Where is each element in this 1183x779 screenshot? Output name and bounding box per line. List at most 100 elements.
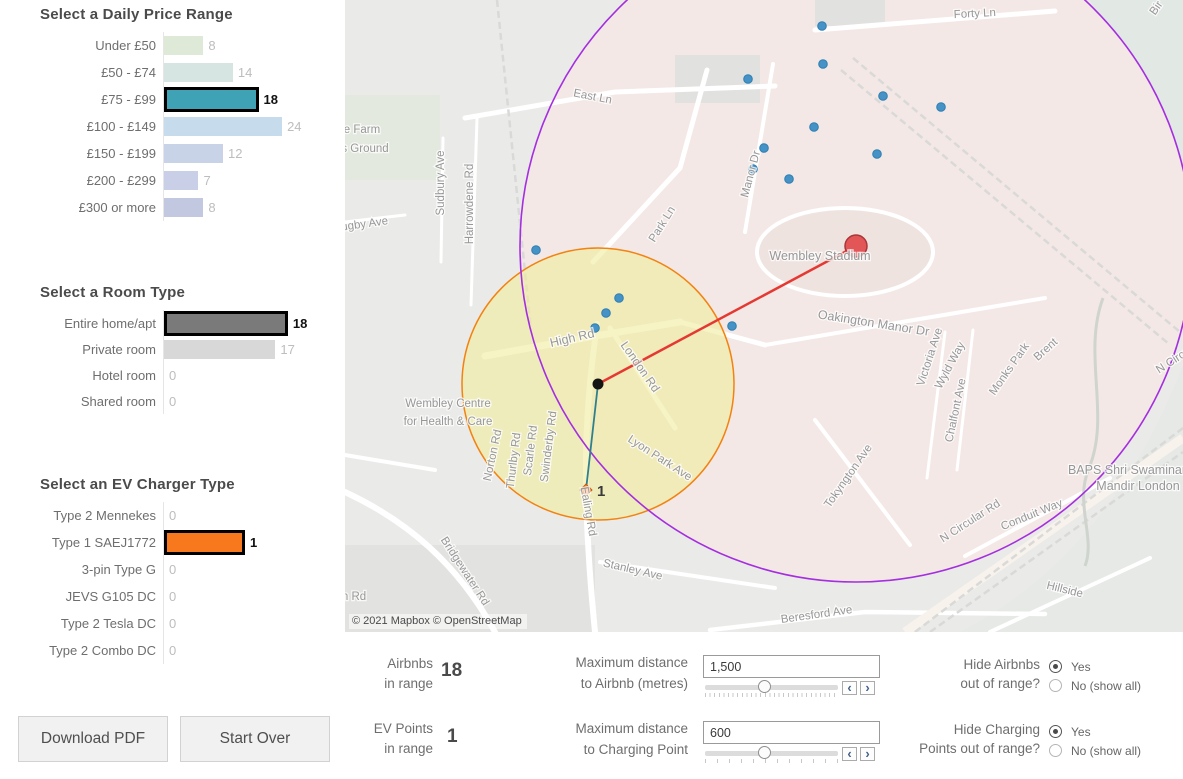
airbnb-dot[interactable]	[744, 75, 753, 84]
airbnb-dot[interactable]	[819, 60, 828, 69]
filter-bar-area: 0	[163, 556, 336, 583]
price-filter-rows: Under £508£50 - £7414£75 - £9918£100 - £…	[0, 32, 336, 221]
map-park	[345, 95, 440, 180]
filter-row-label: Entire home/apt	[0, 316, 163, 331]
slider-thumb[interactable]	[758, 746, 771, 759]
filter-bar-value: 0	[169, 616, 176, 631]
price-filter-title: Select a Daily Price Range	[40, 6, 336, 23]
airbnb-dot[interactable]	[615, 294, 624, 303]
filter-row-label: £100 - £149	[0, 119, 163, 134]
room-type-filter: Select a Room Type Entire home/apt18Priv…	[0, 284, 336, 414]
filter-bar[interactable]	[164, 311, 288, 336]
filter-bar[interactable]	[164, 87, 259, 112]
room-filter-title: Select a Room Type	[40, 284, 336, 301]
ev-charger-filter: Select an EV Charger Type Type 2 Menneke…	[0, 476, 336, 664]
filter-bar-area: 0	[163, 362, 336, 388]
filter-row-label: Hotel room	[0, 368, 163, 383]
filter-row: £50 - £7414	[0, 59, 336, 86]
filter-row: Shared room0	[0, 388, 336, 414]
filter-bar[interactable]	[164, 117, 282, 136]
slider-ticks	[705, 693, 838, 697]
map-road-label: BAPS Shri Swaminar	[1068, 463, 1183, 477]
filter-bar[interactable]	[164, 198, 203, 217]
radio-option[interactable]: Yes	[1049, 722, 1141, 741]
radio-button-icon[interactable]	[1049, 660, 1062, 673]
filter-row-label: Type 1 SAEJ1772	[0, 535, 163, 550]
radio-option-label: No (show all)	[1071, 744, 1141, 758]
map-road-label: e Farm	[345, 124, 380, 136]
filter-row-label: Under £50	[0, 38, 163, 53]
selected-point-marker[interactable]	[593, 379, 604, 390]
filter-bar[interactable]	[164, 171, 198, 190]
filter-bar-value: 7	[203, 173, 210, 188]
max-distance-airbnb-input[interactable]	[703, 655, 880, 678]
slider-track[interactable]	[705, 751, 838, 756]
radio-option[interactable]: No (show all)	[1049, 676, 1141, 695]
filter-bar-area: 18	[163, 310, 336, 336]
filter-bar[interactable]	[164, 530, 245, 555]
filter-row: £150 - £19912	[0, 140, 336, 167]
max-distance-charging-slider[interactable]	[705, 748, 838, 766]
filter-bar-area: 8	[163, 32, 336, 59]
radio-option[interactable]: Yes	[1049, 657, 1141, 676]
slider-thumb[interactable]	[758, 680, 771, 693]
airbnb-slider-increment-button[interactable]: ›	[860, 681, 875, 695]
max-distance-airbnb-label: Maximum distance to Airbnb (metres)	[540, 652, 688, 694]
filter-row: JEVS G105 DC 0	[0, 583, 336, 610]
filter-bar-area: 12	[163, 140, 336, 167]
slider-track[interactable]	[705, 685, 838, 690]
ev-points-in-range-value: 1	[447, 726, 458, 748]
filter-row: Type 2 Mennekes0	[0, 502, 336, 529]
map-attribution[interactable]: © 2021 Mapbox © OpenStreetMap	[349, 614, 527, 629]
map[interactable]: 1Forty LnEast Lne Farms GroundRugby AveS…	[345, 0, 1183, 632]
filter-row: £300 or more8	[0, 194, 336, 221]
airbnb-dot[interactable]	[760, 144, 769, 153]
airbnb-dot[interactable]	[532, 246, 541, 255]
map-building	[815, 0, 885, 26]
charging-slider-increment-button[interactable]: ›	[860, 747, 875, 761]
charging-point-count-label: 1	[597, 483, 605, 500]
airbnb-dot[interactable]	[873, 150, 882, 159]
map-road-label: Forty Ln	[953, 7, 996, 21]
filter-row-label: JEVS G105 DC	[0, 589, 163, 604]
filter-bar[interactable]	[164, 144, 223, 163]
filter-bar-value: 0	[169, 508, 176, 523]
filter-bar[interactable]	[164, 63, 233, 82]
filter-bar-area: 24	[163, 113, 336, 140]
airbnb-dot[interactable]	[810, 123, 819, 132]
room-filter-rows: Entire home/apt18Private room17Hotel roo…	[0, 310, 336, 414]
hide-charging-label: Hide Charging Points out of range?	[900, 720, 1040, 758]
radio-button-icon[interactable]	[1049, 744, 1062, 757]
max-distance-charging-label: Maximum distance to Charging Point	[540, 718, 688, 760]
radio-button-icon[interactable]	[1049, 725, 1062, 738]
filter-bar-value: 1	[250, 535, 257, 550]
radio-option[interactable]: No (show all)	[1049, 741, 1141, 760]
radio-button-icon[interactable]	[1049, 679, 1062, 692]
price-range-filter: Select a Daily Price Range Under £50 8 £50…	[0, 6, 336, 221]
filter-bar-area: 0	[163, 610, 336, 637]
filter-bar-value: 0	[169, 562, 176, 577]
filter-bar[interactable]	[164, 36, 203, 55]
filter-row-label: Type 2 Combo DC	[0, 643, 163, 658]
filter-row: Under £50 8	[0, 32, 336, 59]
airbnb-slider-decrement-button[interactable]: ‹	[842, 681, 857, 695]
filter-row: £200 - £2997	[0, 167, 336, 194]
airbnb-dot[interactable]	[785, 175, 794, 184]
start-over-button[interactable]: Start Over	[180, 716, 330, 762]
filter-bar[interactable]	[164, 340, 275, 359]
max-distance-charging-input[interactable]	[703, 721, 880, 744]
airbnb-dot[interactable]	[728, 322, 737, 331]
max-distance-airbnb-slider[interactable]	[705, 682, 838, 700]
filter-bar-value: 0	[169, 589, 176, 604]
airbnb-dot[interactable]	[879, 92, 888, 101]
airbnb-dot[interactable]	[937, 103, 946, 112]
download-pdf-button[interactable]: Download PDF	[18, 716, 168, 762]
filter-row-label: £150 - £199	[0, 146, 163, 161]
map-road-label: Sudbury Ave	[435, 150, 447, 215]
filter-bar-value: 8	[208, 38, 215, 53]
charging-slider-decrement-button[interactable]: ‹	[842, 747, 857, 761]
airbnb-dot[interactable]	[602, 309, 611, 318]
filter-bar-area: 0	[163, 637, 336, 664]
ev-filter-title: Select an EV Charger Type	[40, 476, 336, 493]
airbnb-dot[interactable]	[818, 22, 827, 31]
